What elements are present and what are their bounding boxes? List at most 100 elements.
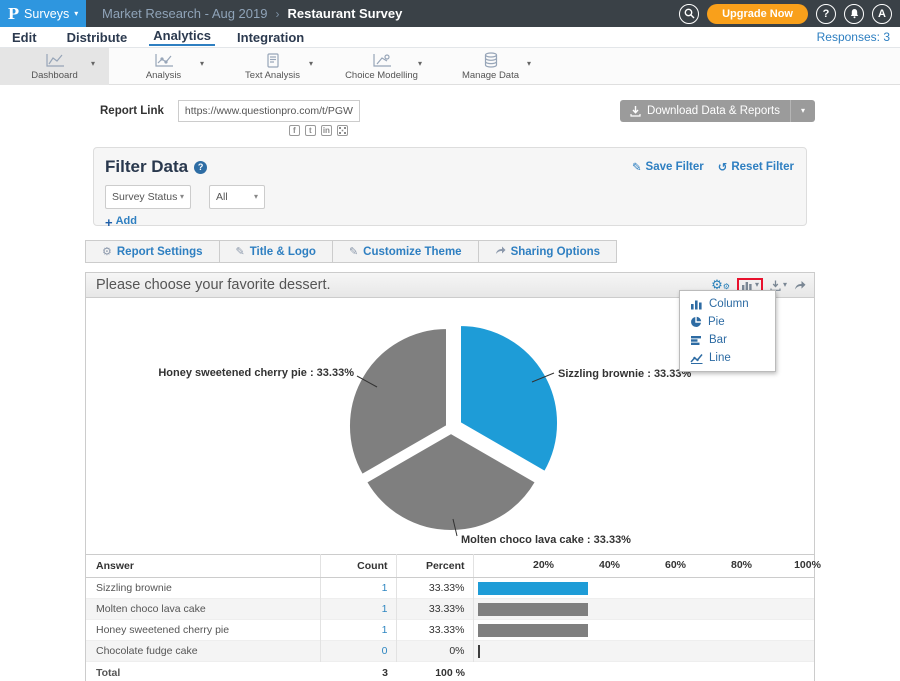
total-count: 3	[320, 662, 396, 681]
pie-label-sizzling-brownie: Sizzling brownie : 33.33%	[558, 368, 691, 380]
chevron-down-icon: ▾	[309, 60, 313, 68]
pie-label-molten-choco-lava-cake: Molten choco lava cake : 33.33%	[461, 534, 631, 546]
report-link-group: f t in	[178, 100, 360, 136]
app-window: P Surveys ▾ Market Research - Aug 2019 ›…	[0, 0, 900, 681]
chevron-down-icon: ▾	[91, 60, 95, 68]
surveys-product-menu[interactable]: P Surveys ▾	[0, 0, 86, 27]
menu-item-bar[interactable]: Bar	[680, 331, 775, 349]
count-cell[interactable]: 1	[320, 578, 396, 599]
tab-report-settings[interactable]: ⚙Report Settings	[85, 240, 220, 263]
scale-tick-label: 20%	[533, 559, 554, 571]
product-name: Surveys	[24, 7, 69, 21]
chevron-down-icon: ▾	[755, 281, 759, 289]
table-row: Chocolate fudge cake 0 0%	[86, 641, 814, 662]
column-header-percent: Percent	[396, 555, 473, 578]
download-options-caret[interactable]: ▾	[791, 100, 815, 122]
download-icon	[630, 106, 641, 117]
embed-icon[interactable]	[337, 125, 348, 136]
twitter-icon[interactable]: t	[305, 125, 316, 136]
download-icon	[770, 280, 781, 291]
nav-item-integration[interactable]: Integration	[233, 30, 308, 45]
percent-bar	[478, 603, 589, 616]
chevron-down-icon: ▾	[418, 60, 422, 68]
results-table: Answer Count Percent 20% 40% 60% 80% 100…	[86, 554, 814, 681]
table-total-row: Total 3 100 %	[86, 662, 814, 681]
facebook-icon[interactable]: f	[289, 125, 300, 136]
chevron-down-icon: ▾	[527, 60, 531, 68]
filter-field-select[interactable]: Survey Status▾	[105, 185, 191, 209]
edit-icon: ✎	[632, 160, 642, 174]
search-icon	[684, 8, 695, 19]
responses-count[interactable]: Responses: 3	[817, 30, 890, 44]
plus-icon: +	[105, 215, 113, 230]
breadcrumb-separator: ›	[275, 7, 279, 21]
answer-cell: Chocolate fudge cake	[86, 641, 320, 662]
tab-title-logo[interactable]: ✎Title & Logo	[220, 240, 333, 263]
menu-item-pie[interactable]: Pie	[680, 313, 775, 331]
tab-customize-theme[interactable]: ✎Customize Theme	[333, 240, 479, 263]
chart-type-button[interactable]: ▾	[741, 280, 759, 291]
breadcrumb: Market Research - Aug 2019 › Restaurant …	[102, 6, 402, 21]
avatar[interactable]: A	[872, 4, 892, 24]
add-filter-link[interactable]: +Add	[105, 215, 137, 230]
percent-bar	[478, 624, 589, 637]
pie-chart-icon	[690, 316, 702, 328]
menu-item-line[interactable]: Line	[680, 349, 775, 367]
chart-share-button[interactable]	[794, 280, 806, 290]
text-analysis-icon	[266, 53, 280, 68]
scale-tick-label: 80%	[731, 559, 752, 571]
column-header-count: Count	[320, 555, 396, 578]
gear-icon: ⚙	[102, 245, 112, 258]
edit-icon: ✎	[236, 245, 245, 258]
tab-sharing-options[interactable]: Sharing Options	[479, 240, 617, 263]
table-header-row: Answer Count Percent 20% 40% 60% 80% 100…	[86, 555, 814, 578]
count-cell[interactable]: 1	[320, 599, 396, 620]
questionpro-logo-icon: P	[8, 5, 19, 23]
table-row: Honey sweetened cherry pie 1 33.33%	[86, 620, 814, 641]
notifications-button[interactable]	[844, 4, 864, 24]
save-filter-link[interactable]: ✎Save Filter	[632, 160, 704, 174]
analytics-toolbar: ▾ Dashboard ▾ Analysis ▾ Text Analysis ▾…	[0, 48, 900, 85]
chevron-down-icon: ▾	[200, 60, 204, 68]
percent-scale: 20% 40% 60% 80% 100%	[478, 555, 808, 577]
toolbar-item-analysis[interactable]: ▾ Analysis	[109, 48, 218, 85]
report-tabs: ⚙Report Settings ✎Title & Logo ✎Customiz…	[85, 240, 617, 263]
nav-item-distribute[interactable]: Distribute	[63, 30, 132, 45]
dashboard-chart-icon	[45, 53, 65, 68]
download-data-reports-button[interactable]: Download Data & Reports ▾	[620, 100, 815, 122]
percent-bar	[478, 582, 589, 595]
chart-download-button[interactable]: ▾	[770, 280, 787, 291]
linkedin-icon[interactable]: in	[321, 125, 332, 136]
report-link-input[interactable]	[178, 100, 360, 122]
filter-data-title: Filter Data	[105, 157, 188, 177]
report-link-row: Report Link f t in Download Data & Repor…	[85, 100, 815, 136]
filter-help-icon[interactable]: ?	[194, 161, 207, 174]
column-chart-icon	[690, 299, 703, 310]
share-icon	[495, 245, 506, 258]
upgrade-now-button[interactable]: Upgrade Now	[707, 4, 808, 24]
count-cell[interactable]: 1	[320, 620, 396, 641]
filter-value-select[interactable]: All▾	[209, 185, 265, 209]
count-cell[interactable]: 0	[320, 641, 396, 662]
reset-filter-link[interactable]: ↺Reset Filter	[718, 160, 794, 174]
line-chart-icon	[690, 353, 703, 364]
search-button[interactable]	[679, 4, 699, 24]
report-link-label: Report Link	[100, 105, 164, 136]
column-header-answer: Answer	[86, 555, 320, 578]
chevron-down-icon: ▾	[783, 281, 787, 289]
toolbar-item-manage-data[interactable]: ▾ Manage Data	[436, 48, 545, 85]
share-forward-icon	[794, 280, 806, 290]
filter-data-panel: Filter Data ? ✎Save Filter ↺Reset Filter…	[93, 147, 807, 226]
survey-nav: Edit Distribute Analytics Integration Re…	[0, 27, 900, 48]
analysis-chart-icon	[154, 53, 174, 68]
column-header-scale: 20% 40% 60% 80% 100%	[473, 555, 814, 578]
nav-item-edit[interactable]: Edit	[8, 30, 41, 45]
toolbar-item-dashboard[interactable]: ▾ Dashboard	[0, 48, 109, 85]
breadcrumb-parent[interactable]: Market Research - Aug 2019	[102, 6, 267, 21]
help-button[interactable]: ?	[816, 4, 836, 24]
nav-item-analytics[interactable]: Analytics	[149, 28, 215, 46]
toolbar-item-text-analysis[interactable]: ▾ Text Analysis	[218, 48, 327, 85]
menu-item-column[interactable]: Column	[680, 295, 775, 313]
toolbar-item-choice-modelling[interactable]: ▾ Choice Modelling	[327, 48, 436, 85]
choice-modelling-icon	[372, 53, 392, 68]
